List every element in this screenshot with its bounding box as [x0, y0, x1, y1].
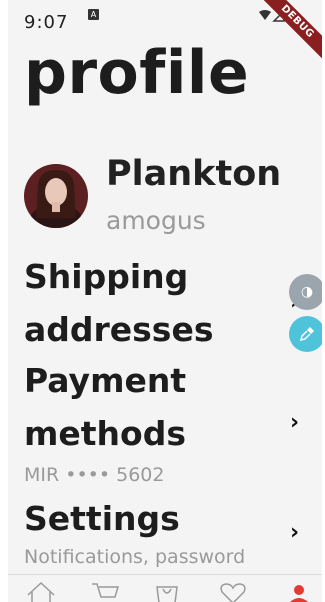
eyedropper-button[interactable] [289, 316, 322, 352]
contrast-toggle-button[interactable]: ◑ [289, 274, 322, 310]
payment-title-line2: methods [24, 414, 186, 453]
cart-icon[interactable] [90, 581, 120, 602]
eyedropper-icon [299, 327, 314, 342]
settings-chevron-icon: › [290, 520, 300, 545]
home-icon[interactable] [26, 581, 56, 602]
settings-item[interactable]: Settings [24, 492, 274, 545]
payment-chevron-icon: › [290, 410, 300, 435]
payment-title-line1: Payment [24, 361, 187, 400]
shipping-addresses-item[interactable]: Shipping addresses [24, 250, 274, 356]
profile-icon[interactable] [284, 581, 314, 602]
user-handle: amogus [106, 206, 206, 235]
payment-methods-item[interactable]: Payment methods [24, 354, 274, 460]
settings-subtitle: Notifications, password [24, 546, 246, 568]
bottom-navigation [8, 574, 322, 602]
page-title: profile [24, 38, 250, 108]
wifi-icon [259, 10, 271, 20]
shipping-title-line2: addresses [24, 310, 214, 349]
avatar[interactable] [24, 164, 88, 228]
shipping-title-line1: Shipping [24, 257, 189, 296]
notification-icon: A [88, 9, 99, 20]
phone-screen: 9:07 A DEBUG profile Plankton amogus Shi… [8, 0, 322, 602]
bag-icon[interactable] [152, 581, 182, 602]
payment-subtitle: MIR •••• 5602 [24, 464, 165, 486]
settings-title: Settings [24, 499, 180, 538]
user-name: Plankton [106, 154, 282, 194]
favorites-icon[interactable] [218, 581, 248, 602]
status-time: 9:07 [24, 12, 69, 33]
